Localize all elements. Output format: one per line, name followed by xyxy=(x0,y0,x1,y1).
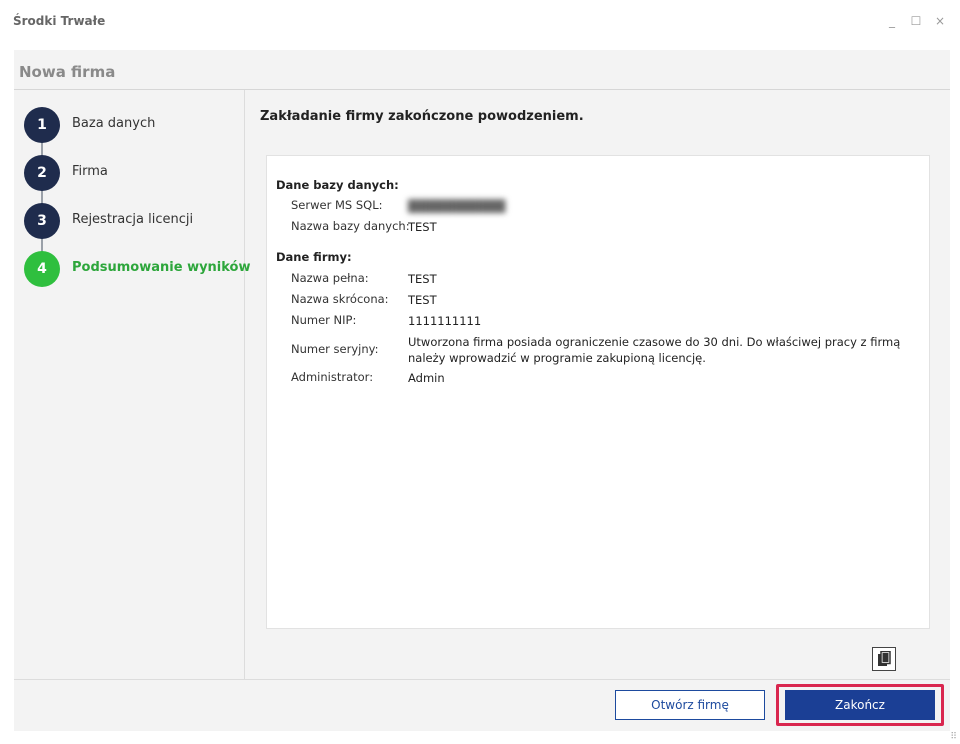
copy-button[interactable] xyxy=(872,647,896,671)
step-number: 4 xyxy=(24,251,60,287)
maximize-button[interactable]: ☐ xyxy=(910,14,922,28)
serial-label: Numer seryjny: xyxy=(291,342,379,356)
wizard-header: Nowa firma xyxy=(14,50,950,90)
short-name-label: Nazwa skrócona: xyxy=(291,292,389,306)
serial-value: Utworzona firma posiada ograniczenie cza… xyxy=(408,335,901,365)
minimize-button[interactable]: _ xyxy=(886,14,898,28)
step-connector xyxy=(41,142,43,156)
company-section-title: Dane firmy: xyxy=(276,250,352,264)
full-name-value: TEST xyxy=(408,272,437,286)
step-label: Rejestracja licencji xyxy=(72,212,194,227)
window-controls: _ ☐ × xyxy=(886,14,946,28)
result-title: Zakładanie firmy zakończone powodzeniem. xyxy=(260,109,584,124)
full-name-label: Nazwa pełna: xyxy=(291,271,369,285)
admin-value: Admin xyxy=(408,371,445,385)
step-number: 3 xyxy=(24,203,60,239)
resize-grip-icon[interactable]: ⠿ xyxy=(950,732,957,742)
wizard-content: Zakładanie firmy zakończone powodzeniem.… xyxy=(245,90,950,679)
step-company[interactable]: 2 Firma xyxy=(24,155,244,191)
close-button[interactable]: × xyxy=(934,14,946,28)
step-label: Firma xyxy=(72,164,108,179)
wizard-steps: 1 Baza danych 2 Firma 3 Rejestracja lice… xyxy=(14,90,251,679)
db-name-value: TEST xyxy=(408,220,437,234)
server-value: ███████████ xyxy=(408,199,506,213)
step-number: 1 xyxy=(24,107,60,143)
wizard-panel: Nowa firma 1 Baza danych 2 Firma 3 Rejes… xyxy=(14,50,950,731)
finish-button[interactable]: Zakończ xyxy=(785,690,935,720)
wizard-title: Nowa firma xyxy=(19,63,116,81)
summary-box: Dane bazy danych: Serwer MS SQL: ███████… xyxy=(266,155,930,629)
database-section-title: Dane bazy danych: xyxy=(276,178,399,192)
step-summary[interactable]: 4 Podsumowanie wyników xyxy=(24,251,251,287)
db-name-label: Nazwa bazy danych: xyxy=(291,219,410,233)
app-title: Środki Trwałe xyxy=(13,14,106,28)
admin-label: Administrator: xyxy=(291,370,374,384)
nip-label: Numer NIP: xyxy=(291,313,357,327)
step-label: Baza danych xyxy=(72,116,156,131)
nip-value: 1111111111 xyxy=(408,314,482,328)
step-connector xyxy=(41,238,43,252)
wizard-footer: Otwórz firmę Zakończ xyxy=(14,679,950,731)
step-license[interactable]: 3 Rejestracja licencji xyxy=(24,203,244,239)
window-titlebar: Środki Trwałe _ ☐ × xyxy=(0,0,960,46)
step-database[interactable]: 1 Baza danych xyxy=(24,107,244,143)
step-label: Podsumowanie wyników xyxy=(72,260,251,275)
open-company-button[interactable]: Otwórz firmę xyxy=(615,690,765,720)
short-name-value: TEST xyxy=(408,293,437,307)
step-number: 2 xyxy=(24,155,60,191)
copy-icon xyxy=(878,651,891,666)
server-label: Serwer MS SQL: xyxy=(291,198,383,212)
step-connector xyxy=(41,190,43,204)
